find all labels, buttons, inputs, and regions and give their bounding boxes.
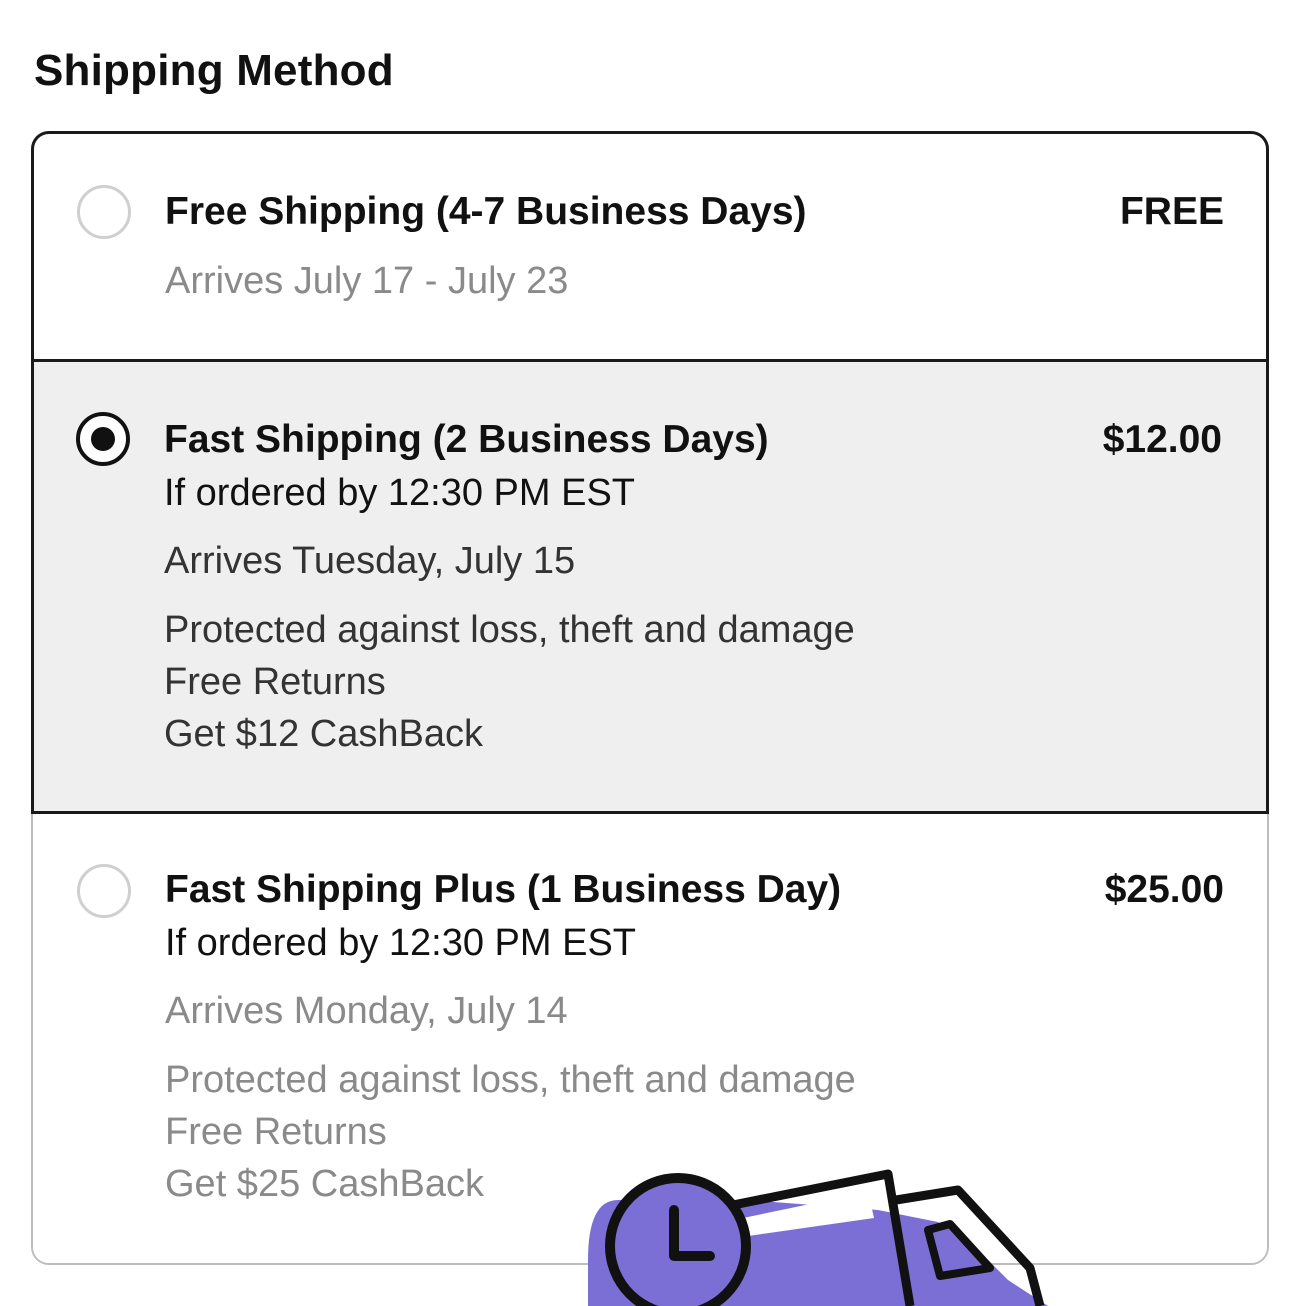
radio-free-shipping[interactable]	[77, 185, 131, 239]
option-price: FREE	[1119, 190, 1224, 233]
option-arrival-date: Arrives July 17 - July 23	[165, 260, 569, 302]
feature-cashback: Get $12 CashBack	[164, 713, 483, 755]
feature-protection: Protected against loss, theft and damage	[165, 1059, 856, 1101]
feature-protection: Protected against loss, theft and damage	[164, 609, 855, 651]
shipping-option-fast[interactable]: Fast Shipping (2 Business Days) $12.00 I…	[31, 359, 1269, 814]
option-cutoff-time: If ordered by 12:30 PM EST	[165, 922, 637, 964]
feature-free-returns: Free Returns	[164, 661, 386, 703]
option-title: Fast Shipping (2 Business Days)	[164, 418, 769, 461]
option-price: $25.00	[1104, 868, 1224, 911]
option-arrival-date: Arrives Tuesday, July 15	[164, 540, 576, 582]
fast-delivery-truck-icon	[578, 1160, 1048, 1306]
option-title: Fast Shipping Plus (1 Business Day)	[165, 868, 842, 911]
page-title: Shipping Method	[34, 46, 394, 95]
option-title: Free Shipping (4-7 Business Days)	[165, 190, 807, 233]
radio-fast-shipping-plus[interactable]	[77, 864, 131, 918]
radio-fast-shipping[interactable]	[76, 412, 130, 466]
shipping-option-free[interactable]: Free Shipping (4-7 Business Days) FREE A…	[33, 134, 1267, 360]
option-cutoff-time: If ordered by 12:30 PM EST	[164, 472, 636, 514]
option-price: $12.00	[1102, 418, 1222, 461]
feature-free-returns: Free Returns	[165, 1111, 387, 1153]
option-arrival-date: Arrives Monday, July 14	[165, 990, 568, 1032]
clock-icon	[605, 1173, 751, 1306]
radio-selected-dot	[91, 427, 115, 451]
option-features: Protected against loss, theft and damage…	[164, 604, 855, 760]
